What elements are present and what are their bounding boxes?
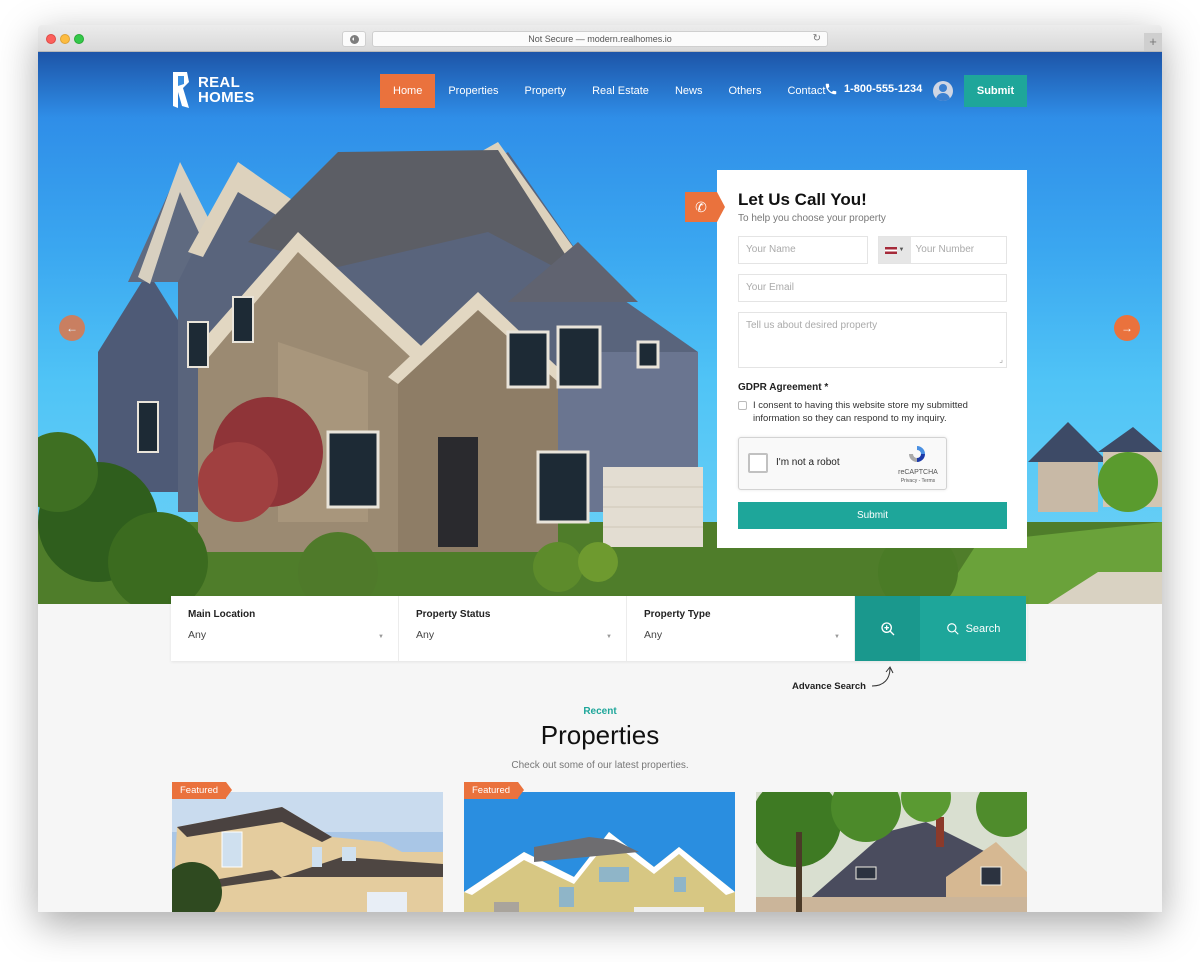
url-text: Not Secure — modern.realhomes.io (528, 34, 672, 44)
site-logo[interactable]: REAL HOMES (170, 70, 255, 110)
shield-icon: ◐ (349, 34, 359, 44)
property-type-label: Property Type (644, 609, 711, 620)
phone-link[interactable]: 1-800-555-1234 (824, 82, 922, 96)
browser-titlebar: ◐ Not Secure — modern.realhomes.io ↻ + (38, 25, 1162, 52)
gdpr-title: GDPR Agreement * (738, 382, 829, 393)
search-button-label: Search (965, 622, 1001, 635)
main-location-label: Main Location (188, 609, 256, 620)
advance-search-hint: Advance Search (792, 681, 866, 692)
zoom-in-icon (880, 621, 894, 635)
form-title: Let Us Call You! (738, 190, 867, 209)
reload-icon[interactable]: ↻ (813, 33, 821, 44)
maximize-window-button[interactable] (74, 34, 84, 44)
property-status-label: Property Status (416, 609, 491, 620)
nav-news[interactable]: News (662, 74, 716, 108)
property-image (172, 792, 443, 912)
property-card[interactable] (464, 792, 735, 912)
nav-properties[interactable]: Properties (435, 74, 511, 108)
privacy-report-button[interactable]: ◐ (342, 31, 366, 47)
phone-call-icon: ✆ (685, 192, 725, 222)
search-button[interactable]: Search (920, 596, 1026, 661)
phone-number-placeholder: Your Number (915, 244, 975, 255)
page: REAL HOMES Home Properties Property Real… (38, 52, 1162, 912)
caret-down-icon: ▼ (606, 634, 612, 640)
message-textarea[interactable]: Tell us about desired property (738, 312, 1007, 368)
advance-search-button[interactable] (855, 596, 920, 661)
search-icon (946, 622, 959, 635)
slider-next-button[interactable]: → (1114, 315, 1140, 341)
form-subtitle: To help you choose your property (738, 213, 886, 224)
phone-number: 1-800-555-1234 (844, 83, 923, 95)
arrow-right-icon: → (1121, 321, 1133, 335)
nav-home[interactable]: Home (380, 74, 436, 108)
new-tab-button[interactable]: + (1144, 33, 1162, 51)
property-type-value: Any (644, 629, 663, 641)
browser-window: ◐ Not Secure — modern.realhomes.io ↻ + R… (38, 25, 1162, 912)
email-input[interactable]: Your Email (738, 274, 1007, 302)
phone-number-input[interactable]: ▼ Your Number (877, 236, 1007, 264)
caret-down-icon: ▼ (898, 247, 905, 253)
call-form-submit-button[interactable]: Submit (738, 502, 1007, 529)
slider-prev-button[interactable]: ← (59, 315, 85, 341)
curved-arrow-icon (871, 666, 894, 687)
property-status-select[interactable]: Property Status Any ▼ (399, 596, 627, 661)
section-kicker: Recent (583, 706, 617, 717)
logo-line1: REAL (198, 74, 241, 91)
submit-property-button[interactable]: Submit (964, 75, 1027, 107)
logo-line2: HOMES (198, 89, 255, 106)
phone-icon (825, 83, 837, 95)
property-search-bar: Main Location Any ▼ Property Status Any … (171, 596, 1027, 661)
close-window-button[interactable] (46, 34, 56, 44)
call-request-form: ✆ Let Us Call You! To help you choose yo… (685, 170, 1027, 548)
main-location-value: Any (188, 629, 207, 641)
featured-badge: Featured (172, 782, 233, 799)
recaptcha-links[interactable]: Privacy - Terms (895, 477, 941, 486)
hero-slider: REAL HOMES Home Properties Property Real… (38, 52, 1162, 604)
minimize-window-button[interactable] (60, 34, 70, 44)
user-account-icon[interactable] (933, 81, 953, 101)
recaptcha-label: I'm not a robot (776, 457, 840, 468)
gdpr-consent-text: I consent to having this website store m… (753, 400, 968, 424)
caret-down-icon: ▼ (834, 634, 840, 640)
section-subtitle: Check out some of our latest properties. (511, 760, 689, 771)
recaptcha-brand: reCAPTCHA (898, 469, 938, 476)
recaptcha-checkbox[interactable] (748, 453, 768, 473)
property-card[interactable] (172, 792, 443, 912)
main-location-select[interactable]: Main Location Any ▼ (171, 596, 399, 661)
property-image (464, 792, 735, 912)
gdpr-consent-checkbox[interactable] (738, 401, 747, 410)
flag-icon (884, 246, 897, 254)
property-card[interactable] (756, 792, 1027, 912)
nav-property[interactable]: Property (511, 74, 579, 108)
property-status-value: Any (416, 629, 435, 641)
nav-others[interactable]: Others (715, 74, 774, 108)
plus-icon: + (1149, 34, 1157, 49)
property-type-select[interactable]: Property Type Any ▼ (627, 596, 855, 661)
nav-real-estate[interactable]: Real Estate (579, 74, 662, 108)
recaptcha-widget: I'm not a robot reCAPTCHA Privacy - Terms (738, 437, 947, 490)
country-code-select[interactable]: ▼ (878, 237, 911, 263)
address-bar[interactable]: Not Secure — modern.realhomes.io ↻ (372, 31, 828, 47)
name-input[interactable]: Your Name (738, 236, 868, 264)
recaptcha-icon (909, 446, 925, 462)
logo-icon (173, 72, 189, 108)
arrow-left-icon: ← (66, 321, 78, 335)
caret-down-icon: ▼ (378, 634, 384, 640)
featured-badge: Featured (464, 782, 525, 799)
section-title: Properties (540, 720, 660, 750)
main-nav: Home Properties Property Real Estate New… (380, 74, 838, 108)
property-image (756, 792, 1027, 912)
